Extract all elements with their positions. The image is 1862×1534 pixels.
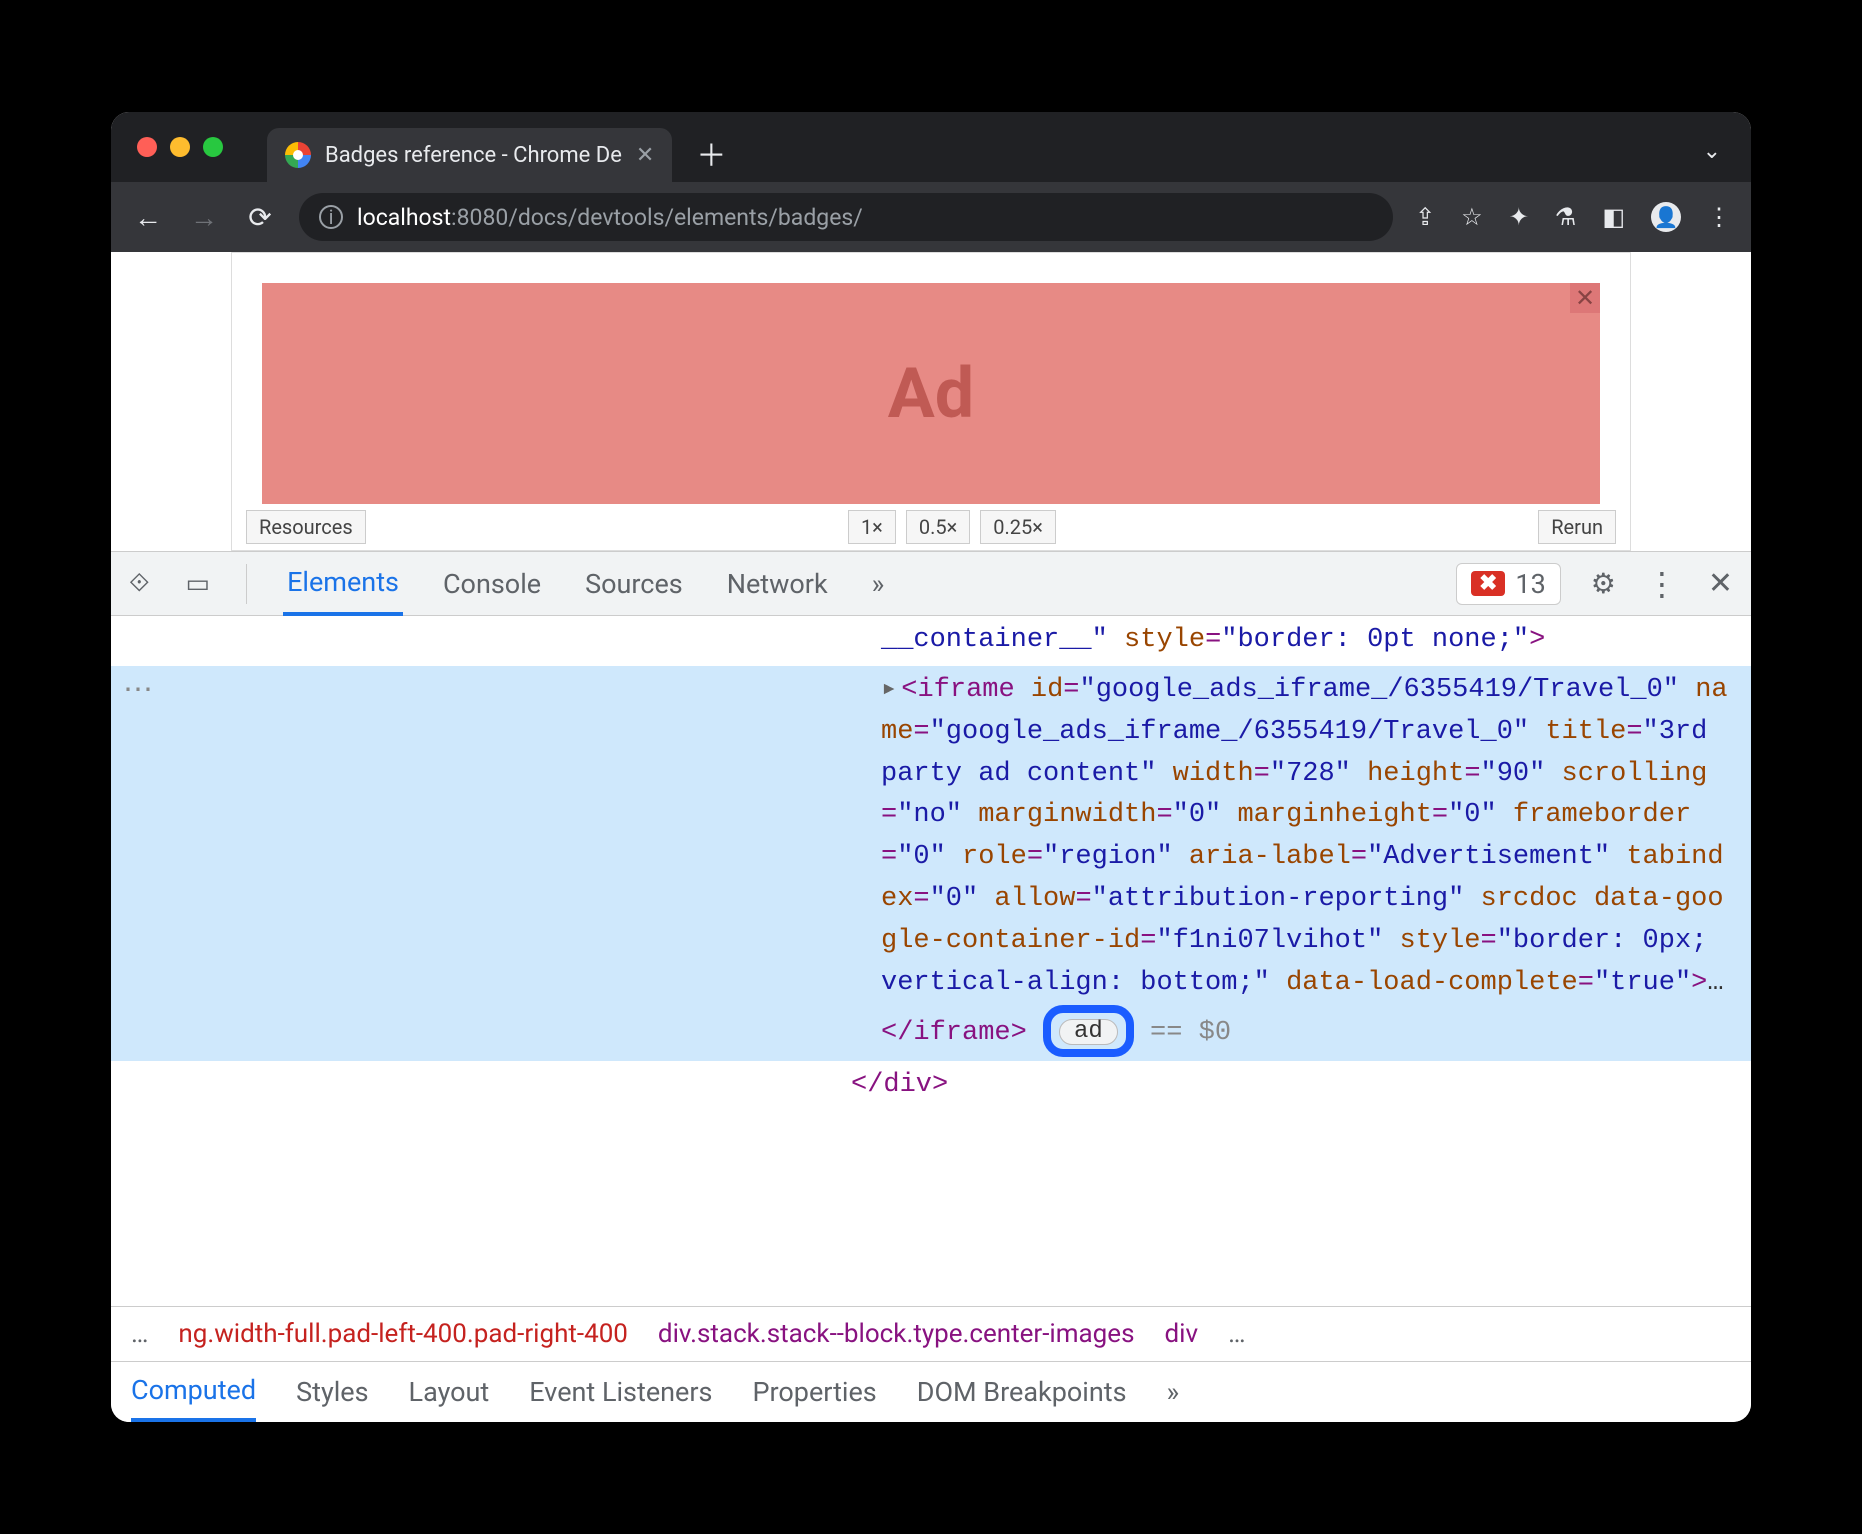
minimize-window-icon[interactable] bbox=[170, 137, 190, 157]
ad-close-icon[interactable]: ✕ bbox=[1570, 283, 1600, 313]
browser-toolbar: ← → ⟳ i localhost:8080/docs/devtools/ele… bbox=[111, 182, 1751, 252]
dom-attr-val: "border: 0pt none;" bbox=[1221, 625, 1529, 655]
tab-strip: Badges reference - Chrome De ✕ ＋ ⌄ bbox=[111, 112, 1751, 182]
expand-triangle-icon[interactable]: ▸ bbox=[881, 675, 897, 705]
dom-tree[interactable]: __container__" style="border: 0pt none;"… bbox=[111, 616, 1751, 1306]
browser-window: Badges reference - Chrome De ✕ ＋ ⌄ ← → ⟳… bbox=[111, 112, 1751, 1422]
crumb-2[interactable]: div.stack.stack--block.type.center-image… bbox=[658, 1319, 1135, 1349]
side-panel-icon[interactable]: ◧ bbox=[1602, 203, 1625, 231]
profile-avatar-icon[interactable]: 👤 bbox=[1651, 202, 1681, 232]
device-toggle-icon[interactable]: ▭ bbox=[186, 569, 211, 599]
tab-dom-breakpoints[interactable]: DOM Breakpoints bbox=[917, 1376, 1127, 1408]
zoom-1x-button[interactable]: 1× bbox=[848, 510, 896, 544]
tab-properties[interactable]: Properties bbox=[752, 1376, 876, 1408]
address-bar[interactable]: i localhost:8080/docs/devtools/elements/… bbox=[299, 193, 1393, 241]
reload-button[interactable]: ⟳ bbox=[243, 201, 277, 234]
ad-badge[interactable]: ad bbox=[1059, 1019, 1118, 1045]
zoom-025x-button[interactable]: 0.25× bbox=[980, 510, 1056, 544]
crumb-1[interactable]: ng.width-full.pad-left-400.pad-right-400 bbox=[178, 1319, 628, 1349]
demo-footer: Resources 1× 0.5× 0.25× Rerun bbox=[232, 504, 1630, 550]
tab-title: Badges reference - Chrome De bbox=[325, 143, 622, 168]
inspect-element-icon[interactable]: ⟐ bbox=[129, 568, 150, 599]
forward-button: → bbox=[187, 201, 221, 234]
new-tab-button[interactable]: ＋ bbox=[696, 131, 726, 175]
devtools-panel: ⟐ ▭ Elements Console Sources Network » ✖… bbox=[111, 552, 1751, 1422]
dom-attr: style bbox=[1124, 625, 1205, 655]
console-reference: == $0 bbox=[1150, 1018, 1231, 1048]
devtools-menu-icon[interactable]: ⋮ bbox=[1646, 565, 1678, 603]
zoom-05x-button[interactable]: 0.5× bbox=[906, 510, 970, 544]
toolbar-actions: ⇪ ☆ ✦ ⚗ ◧ 👤 ⋮ bbox=[1415, 202, 1731, 232]
error-counter[interactable]: ✖ 13 bbox=[1456, 563, 1561, 605]
divider bbox=[246, 564, 247, 604]
site-info-icon[interactable]: i bbox=[319, 205, 343, 229]
tab-network[interactable]: Network bbox=[723, 554, 832, 614]
ad-banner[interactable]: Ad ✕ bbox=[262, 283, 1600, 504]
tabs-overflow-icon[interactable]: » bbox=[868, 554, 889, 614]
url-path: /docs/devtools/elements/badges/ bbox=[508, 204, 862, 231]
crumb-3[interactable]: div bbox=[1165, 1319, 1199, 1349]
crumb-overflow-right[interactable]: … bbox=[1228, 1319, 1245, 1349]
settings-icon[interactable]: ⚙ bbox=[1591, 567, 1616, 600]
chrome-favicon-icon bbox=[285, 142, 311, 168]
window-controls bbox=[137, 137, 223, 157]
tab-sources[interactable]: Sources bbox=[581, 554, 687, 614]
tab-styles[interactable]: Styles bbox=[296, 1376, 368, 1408]
close-window-icon[interactable] bbox=[137, 137, 157, 157]
tab-elements[interactable]: Elements bbox=[283, 552, 403, 616]
tab-event-listeners[interactable]: Event Listeners bbox=[529, 1376, 712, 1408]
maximize-window-icon[interactable] bbox=[203, 137, 223, 157]
ad-badge-highlight: ad bbox=[1043, 1005, 1134, 1057]
tab-console[interactable]: Console bbox=[439, 554, 545, 614]
ad-label: Ad bbox=[888, 353, 974, 435]
tab-layout[interactable]: Layout bbox=[409, 1376, 490, 1408]
tabs-dropdown-icon[interactable]: ⌄ bbox=[1703, 139, 1721, 164]
menu-icon[interactable]: ⋮ bbox=[1707, 203, 1731, 231]
extensions-icon[interactable]: ✦ bbox=[1509, 203, 1529, 231]
labs-icon[interactable]: ⚗ bbox=[1555, 203, 1577, 231]
share-icon[interactable]: ⇪ bbox=[1415, 203, 1435, 231]
dom-text: __container__" bbox=[881, 625, 1108, 655]
url-port: :8080 bbox=[451, 204, 508, 231]
page-viewport: Ad ✕ Resources 1× 0.5× 0.25× Rerun bbox=[111, 252, 1751, 552]
error-count: 13 bbox=[1515, 568, 1545, 600]
crumb-overflow-left[interactable]: … bbox=[131, 1319, 148, 1349]
dom-close-div: </div> bbox=[851, 1070, 948, 1100]
dom-breadcrumbs[interactable]: … ng.width-full.pad-left-400.pad-right-4… bbox=[111, 1306, 1751, 1362]
selected-dom-node[interactable]: ▸<iframe id="google_ads_iframe_/6355419/… bbox=[861, 666, 1751, 1061]
rerun-button[interactable]: Rerun bbox=[1538, 510, 1616, 544]
selection-actions-icon[interactable]: ⋯ bbox=[123, 672, 153, 707]
bookmark-icon[interactable]: ☆ bbox=[1461, 203, 1483, 231]
page-content: Ad ✕ Resources 1× 0.5× 0.25× Rerun bbox=[231, 252, 1631, 551]
back-button[interactable]: ← bbox=[131, 201, 165, 234]
close-tab-icon[interactable]: ✕ bbox=[636, 143, 654, 168]
devtools-tabs: ⟐ ▭ Elements Console Sources Network » ✖… bbox=[111, 552, 1751, 616]
resources-button[interactable]: Resources bbox=[246, 510, 366, 544]
error-badge-icon: ✖ bbox=[1471, 571, 1505, 596]
tab-computed[interactable]: Computed bbox=[131, 1362, 256, 1422]
url-host: localhost bbox=[357, 204, 451, 231]
styles-panel-tabs: Computed Styles Layout Event Listeners P… bbox=[111, 1362, 1751, 1422]
styles-tabs-overflow-icon[interactable]: » bbox=[1167, 1376, 1180, 1408]
close-devtools-icon[interactable]: ✕ bbox=[1708, 566, 1733, 601]
browser-tab[interactable]: Badges reference - Chrome De ✕ bbox=[267, 128, 672, 182]
